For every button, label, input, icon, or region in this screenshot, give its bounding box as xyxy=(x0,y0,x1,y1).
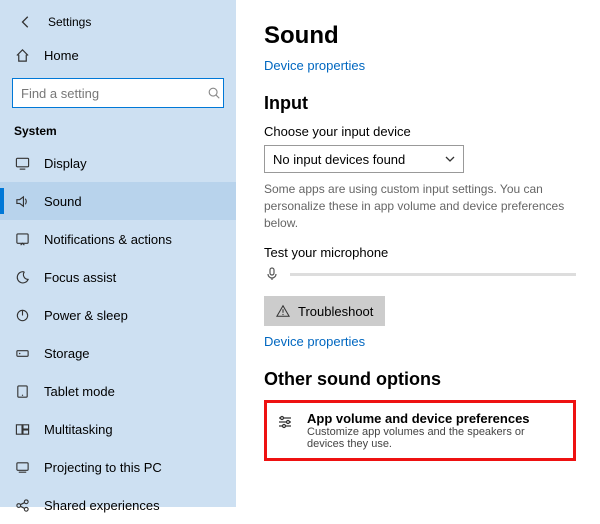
sidebar-item-label: Power & sleep xyxy=(44,308,128,323)
share-icon xyxy=(14,497,30,513)
input-hint: Some apps are using custom input setting… xyxy=(264,181,576,231)
speaker-icon xyxy=(14,193,30,209)
sidebar-item-shared-experiences[interactable]: Shared experiences xyxy=(0,486,236,524)
input-device-value: No input devices found xyxy=(273,152,405,167)
input-heading: Input xyxy=(264,93,576,114)
home-icon xyxy=(14,47,30,63)
search-input[interactable] xyxy=(13,79,205,107)
back-button[interactable] xyxy=(14,10,38,34)
sidebar-item-sound[interactable]: Sound xyxy=(0,182,236,220)
sidebar-item-label: Projecting to this PC xyxy=(44,460,162,475)
sidebar-item-label: Display xyxy=(44,156,87,171)
sidebar-item-power-sleep[interactable]: Power & sleep xyxy=(0,296,236,334)
sliders-icon xyxy=(277,413,295,431)
mic-level-meter xyxy=(290,273,576,276)
other-options-heading: Other sound options xyxy=(264,369,576,390)
sidebar-section-heading: System xyxy=(0,118,236,144)
sidebar-item-label: Multitasking xyxy=(44,422,113,437)
multitask-icon xyxy=(14,421,30,437)
device-properties-link[interactable]: Device properties xyxy=(264,58,365,73)
troubleshoot-label: Troubleshoot xyxy=(298,304,373,319)
monitor-icon xyxy=(14,155,30,171)
app-volume-preferences-option[interactable]: App volume and device preferences Custom… xyxy=(264,400,576,461)
sidebar-item-label: Notifications & actions xyxy=(44,232,172,247)
input-device-select[interactable]: No input devices found xyxy=(264,145,464,173)
sidebar-item-focus-assist[interactable]: Focus assist xyxy=(0,258,236,296)
sidebar-item-label: Tablet mode xyxy=(44,384,115,399)
tablet-icon xyxy=(14,383,30,399)
test-mic-label: Test your microphone xyxy=(264,245,576,260)
sidebar-item-display[interactable]: Display xyxy=(0,144,236,182)
sidebar-item-label: Sound xyxy=(44,194,82,209)
project-icon xyxy=(14,459,30,475)
sidebar-item-label: Storage xyxy=(44,346,90,361)
search-input-wrap[interactable] xyxy=(12,78,224,108)
sidebar-home[interactable]: Home xyxy=(0,38,236,72)
storage-icon xyxy=(14,345,30,361)
sidebar-item-projecting[interactable]: Projecting to this PC xyxy=(0,448,236,486)
search-icon xyxy=(205,79,223,107)
other-option-title: App volume and device preferences xyxy=(307,411,563,426)
sidebar-item-storage[interactable]: Storage xyxy=(0,334,236,372)
power-icon xyxy=(14,307,30,323)
notification-icon xyxy=(14,231,30,247)
microphone-icon xyxy=(264,266,280,282)
moon-icon xyxy=(14,269,30,285)
arrow-left-icon xyxy=(19,15,33,29)
page-title: Sound xyxy=(264,22,576,50)
other-option-sub: Customize app volumes and the speakers o… xyxy=(307,426,563,450)
app-title: Settings xyxy=(48,15,91,29)
warning-icon xyxy=(276,304,290,318)
troubleshoot-button[interactable]: Troubleshoot xyxy=(264,296,385,326)
sidebar-item-multitasking[interactable]: Multitasking xyxy=(0,410,236,448)
sidebar-item-label: Shared experiences xyxy=(44,498,160,513)
chevron-down-icon xyxy=(445,154,455,164)
sidebar-item-tablet-mode[interactable]: Tablet mode xyxy=(0,372,236,410)
choose-input-label: Choose your input device xyxy=(264,124,576,139)
sidebar-home-label: Home xyxy=(44,48,79,63)
device-properties-link-2[interactable]: Device properties xyxy=(264,334,365,349)
sidebar-item-notifications[interactable]: Notifications & actions xyxy=(0,220,236,258)
sidebar-item-label: Focus assist xyxy=(44,270,116,285)
